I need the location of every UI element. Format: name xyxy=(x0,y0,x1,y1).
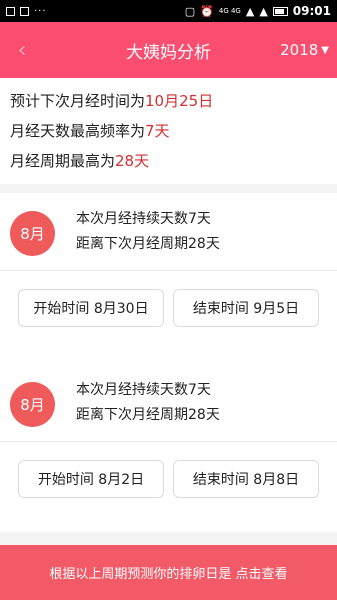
chart-icon xyxy=(20,6,29,16)
end-date-button[interactable]: 结束时间 9月5日 xyxy=(173,289,319,327)
most-frequent-duration: 月经天数最高频率为7天 xyxy=(10,120,337,150)
cycle-info: 8月 本次月经持续天数7天 距离下次月经周期28天 xyxy=(0,193,337,271)
cycle-text: 本次月经持续天数7天 距离下次月经周期28天 xyxy=(76,207,220,257)
chevron-left-icon[interactable]: ‹ xyxy=(6,22,38,78)
cycle-length-text: 距离下次月经周期28天 xyxy=(76,236,220,252)
summary-label: 月经周期最高为 xyxy=(10,152,116,170)
summary-label: 预计下次月经时间为 xyxy=(10,92,146,110)
page-title: 大姨妈分析 xyxy=(126,42,211,63)
year-label: 2018 xyxy=(280,41,319,59)
cycle-dates: 开始时间 8月2日 结束时间 8月8日 xyxy=(0,442,337,532)
year-selector[interactable]: 2018 ▼ xyxy=(280,22,329,78)
caret-down-icon: ▼ xyxy=(321,44,329,56)
alarm-icon: ⏰ xyxy=(200,4,214,18)
app-header: ‹ 大姨妈分析 2018 ▼ xyxy=(0,22,337,78)
summary-value: 28天 xyxy=(115,152,150,170)
longest-cycle: 月经周期最高为28天 xyxy=(10,150,337,180)
cycle-dates: 开始时间 8月30日 结束时间 9月5日 xyxy=(0,271,337,367)
network-label: 4G 4G xyxy=(218,6,241,15)
month-badge: 8月 xyxy=(10,211,55,256)
cycle-length-text: 距离下次月经周期28天 xyxy=(76,407,220,423)
signal-icon: ▲ xyxy=(245,4,255,18)
ovulation-prediction-button[interactable]: 根据以上周期预测你的排卵日是 点击查看 xyxy=(0,545,337,600)
cycle-text: 本次月经持续天数7天 距离下次月经周期28天 xyxy=(76,378,220,428)
summary-value: 7天 xyxy=(145,122,170,140)
more-dots-icon: ··· xyxy=(34,5,47,17)
month-badge: 8月 xyxy=(10,382,55,427)
clock: 09:01 xyxy=(292,4,331,18)
predicted-next-period: 预计下次月经时间为10月25日 xyxy=(10,90,337,120)
vibrate-icon: ▢ xyxy=(184,4,196,18)
end-date-button[interactable]: 结束时间 8月8日 xyxy=(173,460,319,498)
summary-panel: 预计下次月经时间为10月25日 月经天数最高频率为7天 月经周期最高为28天 xyxy=(0,78,337,184)
battery-icon xyxy=(272,6,288,16)
start-date-button[interactable]: 开始时间 8月2日 xyxy=(18,460,164,498)
cycle-card: 8月 本次月经持续天数7天 距离下次月经周期28天 开始时间 8月2日 结束时间… xyxy=(0,364,337,532)
start-date-button[interactable]: 开始时间 8月30日 xyxy=(18,289,164,327)
cycle-info: 8月 本次月经持续天数7天 距离下次月经周期28天 xyxy=(0,364,337,442)
signal-icon-2: ▲ xyxy=(259,4,268,18)
duration-text: 本次月经持续天数7天 xyxy=(76,211,211,227)
status-bar: ··· ▢ ⏰ 4G 4G ▲ ▲ 09:01 xyxy=(0,0,337,22)
duration-text: 本次月经持续天数7天 xyxy=(76,382,211,398)
image-icon xyxy=(6,6,15,16)
summary-label: 月经天数最高频率为 xyxy=(10,122,146,140)
cycle-card: 8月 本次月经持续天数7天 距离下次月经周期28天 开始时间 8月30日 结束时… xyxy=(0,193,337,367)
summary-value: 10月25日 xyxy=(145,92,214,110)
